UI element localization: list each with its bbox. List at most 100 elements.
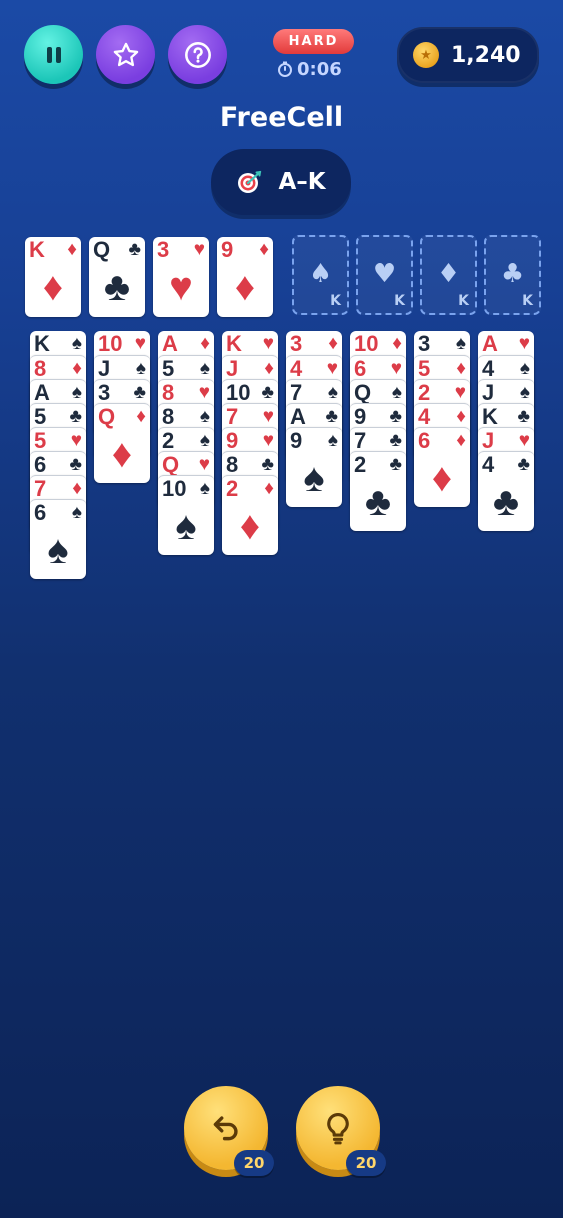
free-cell-card[interactable]: 3 ♥ ♥ <box>153 237 209 317</box>
foundation-slot[interactable]: ♠ K <box>292 235 349 315</box>
card-rank: K <box>34 331 50 356</box>
tableau-card[interactable]: 9 ♠ ♠ <box>286 427 342 507</box>
foundation-suit: ♠ <box>308 259 333 289</box>
card-rank: A <box>162 331 178 356</box>
star-icon <box>113 42 138 66</box>
card-rank: K <box>29 237 45 262</box>
card-suit-large: ♦ <box>234 265 256 309</box>
card-suit-small: ♠ <box>71 502 82 523</box>
hint-button[interactable]: 20 <box>296 1086 386 1176</box>
card-rank: 4 <box>290 356 303 381</box>
card-rank: 2 <box>162 428 175 453</box>
card-rank: 3 <box>418 331 431 356</box>
card-rank: Q <box>354 380 372 405</box>
favorite-button[interactable] <box>96 25 155 84</box>
foundation-target-label: K <box>522 293 533 309</box>
card-rank: 6 <box>418 428 431 453</box>
card-rank: 10 <box>98 331 123 356</box>
pause-button[interactable] <box>24 25 83 84</box>
foundation-slot[interactable]: ♦ K <box>420 235 477 315</box>
help-button[interactable] <box>168 25 227 84</box>
card-rank: 2 <box>354 452 367 477</box>
card-suit-small: ♣ <box>325 406 338 427</box>
card-rank: 8 <box>34 356 47 381</box>
tableau-card[interactable]: 2 ♣ ♣ <box>350 451 406 531</box>
card-rank: 8 <box>162 380 175 405</box>
card-suit-small: ♣ <box>389 430 402 451</box>
foundation-suit: ♦ <box>436 259 461 289</box>
card-suit-small: ♣ <box>133 382 146 403</box>
tableau-card[interactable]: 4 ♣ ♣ <box>478 451 534 531</box>
card-suit-small: ♣ <box>69 406 82 427</box>
card-suit-large: ♠ <box>175 504 197 548</box>
foundation-slot[interactable]: ♣ K <box>484 235 541 315</box>
card-suit-small: ♠ <box>135 358 146 379</box>
goal-mode-pill[interactable]: A–K <box>211 149 351 215</box>
card-suit-small: ♦ <box>136 406 146 427</box>
game-timer: 0:06 <box>277 58 342 80</box>
card-rank: 9 <box>354 404 367 429</box>
card-suit-small: ♥ <box>262 333 274 354</box>
card-suit-large: ♦ <box>431 456 453 500</box>
card-suit-small: ♠ <box>455 333 466 354</box>
card-rank: 9 <box>290 428 303 453</box>
stopwatch-icon <box>278 61 292 77</box>
card-rank: 5 <box>34 428 47 453</box>
card-rank: 2 <box>418 380 431 405</box>
card-rank: K <box>226 331 242 356</box>
undo-button[interactable]: 20 <box>184 1086 274 1176</box>
tableau-card[interactable]: Q ♦ ♦ <box>94 403 150 483</box>
coin-icon: ★ <box>413 42 439 68</box>
tableau-card[interactable]: 2 ♦ ♦ <box>222 475 278 555</box>
card-suit-small: ♥ <box>390 358 402 379</box>
card-rank: A <box>290 404 306 429</box>
card-rank: 7 <box>290 380 303 405</box>
tableau-card[interactable]: 10 ♠ ♠ <box>158 475 214 555</box>
card-suit-large: ♥ <box>169 265 193 309</box>
foundation-suit: ♣ <box>500 259 525 289</box>
page-title: FreeCell <box>219 102 344 133</box>
card-suit-small: ♥ <box>454 382 466 403</box>
card-suit-small: ♣ <box>261 454 274 475</box>
tableau-card[interactable]: 6 ♠ ♠ <box>30 499 86 579</box>
card-suit-small: ♦ <box>392 333 402 354</box>
card-suit-small: ♥ <box>262 430 274 451</box>
tableau-card[interactable]: 6 ♦ ♦ <box>414 427 470 507</box>
card-suit-small: ♦ <box>200 333 210 354</box>
free-cell-card[interactable]: Q ♣ ♣ <box>89 237 145 317</box>
foundation-suit: ♥ <box>372 259 397 289</box>
card-suit-small: ♦ <box>328 333 338 354</box>
card-suit-small: ♦ <box>456 430 466 451</box>
card-suit-small: ♣ <box>517 406 530 427</box>
free-cell-card[interactable]: 9 ♦ ♦ <box>217 237 273 317</box>
card-rank: 6 <box>34 500 47 525</box>
card-suit-small: ♦ <box>264 358 274 379</box>
foundation-slot[interactable]: ♥ K <box>356 235 413 315</box>
undo-count-badge: 20 <box>234 1150 274 1176</box>
card-suit-small: ♦ <box>72 478 82 499</box>
card-suit-small: ♠ <box>519 382 530 403</box>
pause-icon <box>46 46 61 63</box>
target-icon <box>238 170 262 193</box>
free-cell-card[interactable]: K ♦ ♦ <box>25 237 81 317</box>
card-suit-small: ♥ <box>326 358 338 379</box>
card-rank: Q <box>98 404 116 429</box>
card-suit-small: ♠ <box>519 358 530 379</box>
card-suit-small: ♥ <box>134 333 146 354</box>
card-rank: Q <box>93 237 111 262</box>
card-suit-small: ♦ <box>456 358 466 379</box>
card-rank: 8 <box>226 452 239 477</box>
card-rank: 3 <box>98 380 111 405</box>
coin-balance: ★ 1,240 <box>397 27 539 83</box>
card-suit-small: ♠ <box>199 358 210 379</box>
card-rank: 2 <box>226 476 239 501</box>
card-rank: 3 <box>290 331 303 356</box>
card-rank: 5 <box>418 356 431 381</box>
card-suit-small: ♣ <box>261 382 274 403</box>
card-rank: 4 <box>418 404 431 429</box>
card-rank: 4 <box>482 452 495 477</box>
card-suit-small: ♦ <box>67 239 77 260</box>
card-suit-small: ♠ <box>391 382 402 403</box>
card-rank: 7 <box>34 476 47 501</box>
card-rank: 6 <box>354 356 367 381</box>
